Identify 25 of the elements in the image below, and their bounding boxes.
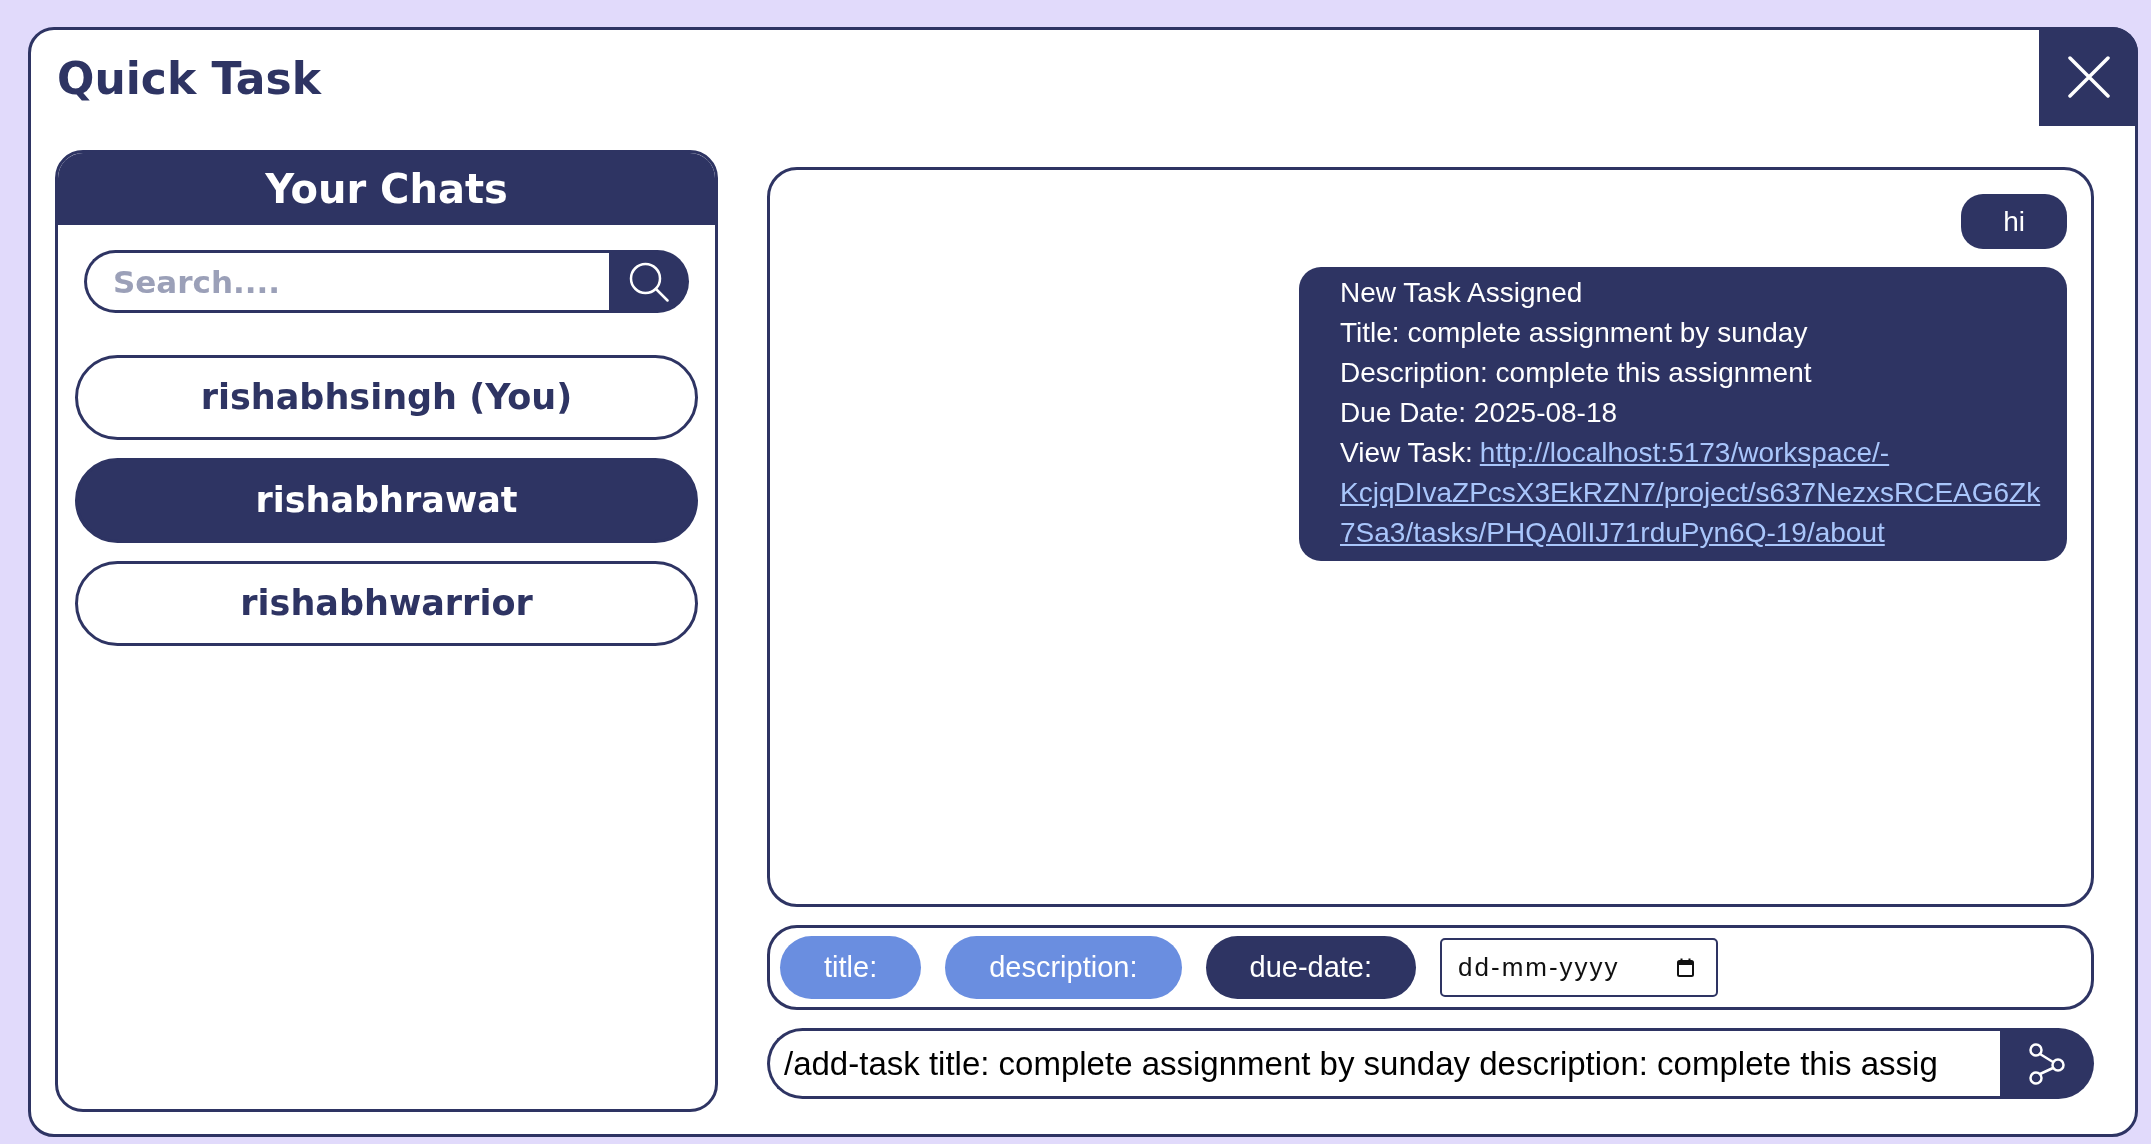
search-button[interactable] [609,250,689,313]
date-field[interactable]: dd-mm-yyyy [1440,938,1719,997]
task-link[interactable]: 7Sa3/tasks/PHQA0lIJ71rduPyn6Q-19/about [1340,513,1885,553]
app-title: Quick Task [57,52,321,106]
search-field[interactable]: Search.... [84,250,609,313]
task-link[interactable]: http://localhost:5173/workspace/- [1479,433,1890,473]
message-line: New Task Assigned [1340,276,1583,310]
calendar-icon[interactable] [1677,958,1695,977]
field-chip[interactable]: due-date: [1205,936,1417,999]
close-button[interactable] [2039,27,2138,126]
message-field[interactable]: /add-task title: complete assignment by sunday description: complete this assig [767,1028,2000,1099]
chat-item[interactable]: rishabhwarrior [75,561,698,646]
link-label: View Task: [1340,436,1473,470]
chat-item[interactable]: rishabhsingh (You) [75,355,698,440]
send-button[interactable] [2000,1028,2094,1099]
message-bubble: hi [1961,194,2067,249]
share-icon [2029,1042,2065,1085]
message-line: Description: complete this assignment [1340,356,1812,390]
close-icon [2067,55,2110,98]
task-link[interactable]: KcjqDIvaZPcsX3EkRZN7/project/s637NezxsRCEAG6Zk [1340,473,2041,513]
chat-item[interactable]: rishabhrawat [75,458,698,543]
message-line: Due Date: 2025-08-18 [1340,396,1618,430]
search-icon [629,261,669,302]
message-line: Title: complete assignment by sunday [1340,316,1808,350]
panel-title: Your Chats [265,165,508,214]
